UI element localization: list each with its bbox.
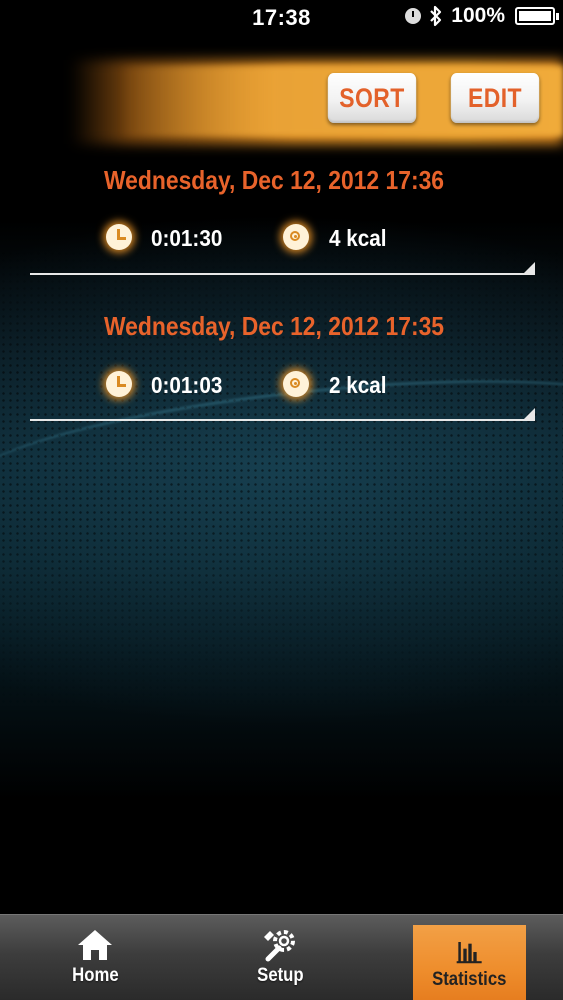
nav-setup-tab[interactable]: Setup [225, 915, 335, 1000]
edit-button[interactable]: EDIT [450, 73, 540, 123]
bar-chart-icon [456, 942, 482, 964]
sort-button[interactable]: SORT [327, 73, 417, 123]
record-date: Wednesday, Dec 12, 2012 17:36 [104, 165, 445, 195]
record-item[interactable]: Wednesday, Dec 12, 2012 17:36 0:01:30 4 … [30, 165, 535, 280]
clock-icon [106, 371, 132, 397]
battery-icon [515, 7, 559, 25]
nav-statistics-tab[interactable]: Statistics [413, 925, 526, 1000]
nav-home-tab[interactable]: Home [40, 915, 150, 1000]
nav-home-label: Home [71, 965, 119, 986]
record-duration: 0:01:03 [151, 372, 223, 398]
record-divider [30, 273, 535, 275]
calorie-icon [283, 371, 309, 397]
bottom-nav: Home Setup Statistics [0, 914, 563, 1000]
clock-icon [106, 224, 132, 250]
record-item[interactable]: Wednesday, Dec 12, 2012 17:35 0:01:03 2 … [30, 311, 535, 426]
record-corner-marker [523, 262, 535, 274]
record-divider [30, 419, 535, 421]
record-date: Wednesday, Dec 12, 2012 17:35 [104, 311, 445, 341]
nav-statistics-label: Statistics [432, 969, 507, 990]
status-indicators: 100% [405, 4, 559, 28]
record-duration: 0:01:30 [151, 225, 223, 251]
wrench-gear-icon [264, 930, 295, 962]
calorie-icon [283, 224, 309, 250]
record-calories: 2 kcal [329, 372, 387, 398]
nav-setup-label: Setup [256, 965, 304, 986]
alarm-icon [405, 8, 422, 24]
record-calories: 4 kcal [329, 225, 387, 251]
status-bar: 17:38 100% [0, 0, 563, 36]
battery-percent: 100% [451, 4, 505, 27]
record-corner-marker [523, 408, 535, 420]
bluetooth-icon [430, 5, 442, 27]
home-icon [78, 930, 112, 960]
